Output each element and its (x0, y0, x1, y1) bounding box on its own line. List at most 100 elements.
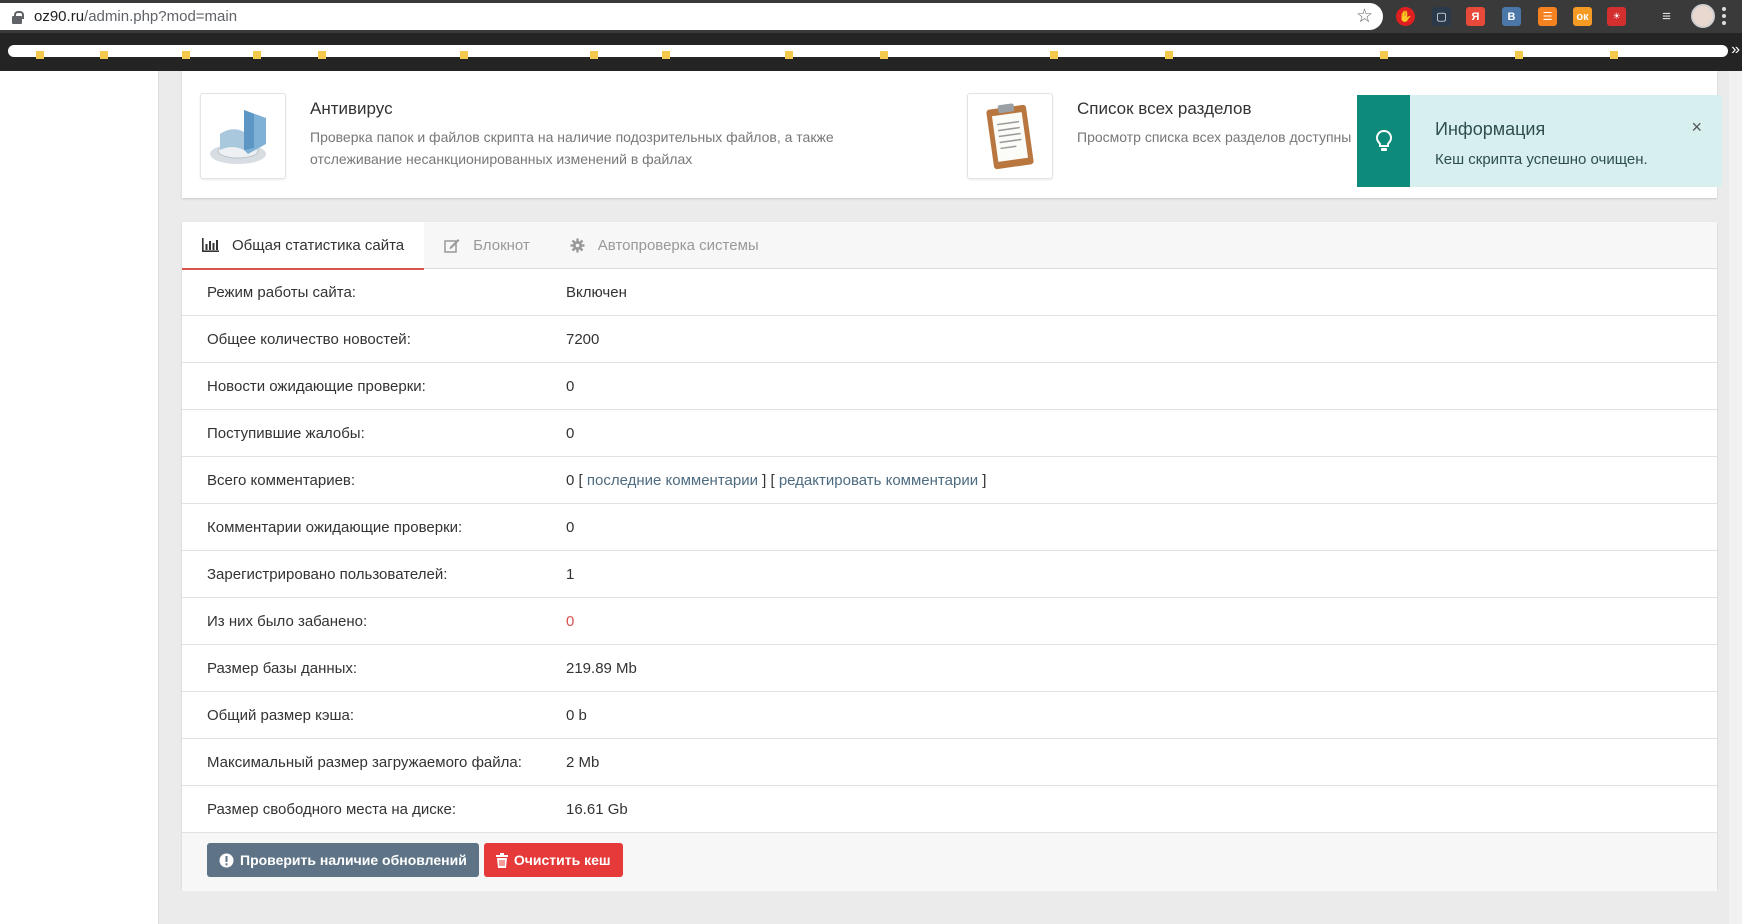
bookmark-folder-icon[interactable] (318, 51, 326, 59)
stat-row-site-mode: Режим работы сайта: Включен (182, 269, 1717, 316)
stat-value: 219.89 Mb (566, 659, 637, 677)
stat-row-db-size: Размер базы данных: 219.89 Mb (182, 645, 1717, 692)
stat-value: 2 Mb (566, 753, 600, 771)
antivirus-thumbnail[interactable] (200, 93, 286, 179)
notification-message: Кеш скрипта успешно очищен. (1435, 151, 1648, 168)
page-scrollbar[interactable] (1729, 71, 1742, 924)
edit-comments-link[interactable]: редактировать комментарии (779, 472, 978, 489)
stat-row-news-total: Общее количество новостей: 7200 (182, 316, 1717, 363)
profile-avatar[interactable] (1691, 4, 1715, 28)
button-label: Проверить наличие обновлений (240, 852, 467, 868)
omnibox[interactable]: oz90.ru/admin.php?mod=main ☆ (0, 3, 1383, 30)
antivirus-shield-icon (210, 110, 266, 164)
stat-value: 0 (566, 424, 575, 442)
bookmark-folder-icon[interactable] (1515, 51, 1523, 59)
bookmarks-redacted-strip (8, 45, 1728, 57)
bookmarks-bar: » (0, 33, 1742, 71)
extension-playlist-icon[interactable]: ≡ (1657, 7, 1676, 26)
module-sections-list[interactable]: Список всех разделов Просмотр списка все… (967, 93, 1357, 179)
extension-yandex-icon[interactable]: Я (1466, 7, 1485, 26)
tab-label: Автопроверка системы (597, 236, 759, 254)
bookmarks-overflow-icon[interactable]: » (1731, 41, 1740, 59)
module-description: Проверка папок и файлов скрипта на налич… (310, 129, 834, 167)
last-comments-link[interactable]: последние комментарии (587, 472, 758, 489)
check-updates-button[interactable]: Проверить наличие обновлений (207, 843, 479, 877)
trash-icon (495, 852, 508, 868)
stat-label: Размер свободного места на диске: (207, 800, 457, 818)
edit-icon (444, 238, 460, 253)
bookmark-folder-icon[interactable] (100, 51, 108, 59)
stat-label: Из них было забанено: (207, 612, 368, 630)
clear-cache-button[interactable]: Очистить кеш (483, 843, 623, 877)
sections-thumbnail[interactable] (967, 93, 1053, 179)
bookmark-folder-icon[interactable] (785, 51, 793, 59)
stat-row-comments-pending: Комментарии ожидающие проверки: 0 (182, 504, 1717, 551)
tab-label: Общая статистика сайта (232, 236, 405, 254)
bookmark-folder-icon[interactable] (1050, 51, 1058, 59)
close-icon[interactable]: × (1691, 117, 1702, 138)
admin-sidebar (0, 71, 159, 924)
bookmark-folder-icon[interactable] (662, 51, 670, 59)
stat-value: 16.61 Gb (566, 800, 628, 818)
tab-label: Блокнот (473, 236, 530, 254)
browser-address-bar: oz90.ru/admin.php?mod=main ☆ ✋ ▢ Я B ☰ о… (0, 0, 1742, 33)
stat-row-banned: Из них было забанено: 0 (182, 598, 1717, 645)
stat-label: Новости ожидающие проверки: (207, 377, 426, 395)
url-text[interactable]: oz90.ru/admin.php?mod=main (34, 8, 237, 25)
bar-chart-icon (202, 238, 219, 252)
bookmark-folder-icon[interactable] (36, 51, 44, 59)
stat-value: 7200 (566, 330, 600, 348)
lightbulb-icon (1375, 130, 1392, 151)
stat-label: Режим работы сайта: (207, 283, 356, 301)
stat-value: 0 [ последние комментарии ] [ редактиров… (566, 471, 987, 489)
tab-system-autocheck[interactable]: Автопроверка системы (550, 222, 779, 268)
stat-label: Общее количество новостей: (207, 330, 411, 348)
bookmark-folder-icon[interactable] (253, 51, 261, 59)
button-label: Очистить кеш (513, 852, 611, 868)
stat-row-comments-total: Всего комментариев: 0 [ последние коммен… (182, 457, 1717, 504)
stat-label: Зарегистрировано пользователей: (207, 565, 448, 583)
stat-label: Общий размер кэша: (207, 706, 355, 724)
stat-label: Всего комментариев: (207, 471, 356, 489)
module-title[interactable]: Антивирус (310, 99, 890, 119)
bookmark-folder-icon[interactable] (1380, 51, 1388, 59)
stat-row-disk-free: Размер свободного места на диске: 16.61 … (182, 786, 1717, 833)
browser-menu-icon[interactable] (1722, 7, 1726, 25)
stat-value: 0 b (566, 706, 587, 724)
stat-label: Поступившие жалобы: (207, 424, 365, 442)
bookmark-folder-icon[interactable] (182, 51, 190, 59)
bookmark-folder-icon[interactable] (880, 51, 888, 59)
bookmark-folder-icon[interactable] (1610, 51, 1618, 59)
stat-label: Комментарии ожидающие проверки: (207, 518, 463, 536)
stat-value: 0 (566, 377, 575, 395)
stat-row-cache-size: Общий размер кэша: 0 b (182, 692, 1717, 739)
bookmark-folder-icon[interactable] (460, 51, 468, 59)
extension-ok-icon[interactable]: ок (1573, 7, 1592, 26)
gear-icon (570, 238, 585, 253)
stat-value: 0 (566, 518, 575, 536)
extension-adblock-icon[interactable]: ✋ (1396, 7, 1415, 26)
module-description: Просмотр списка всех разделов доступны (1077, 129, 1352, 145)
stat-row-complaints: Поступившие жалобы: 0 (182, 410, 1717, 457)
extension-rss-icon[interactable]: ☰ (1538, 7, 1557, 26)
stat-value: 1 (566, 565, 575, 583)
tab-notepad[interactable]: Блокнот (424, 222, 550, 268)
bookmark-folder-icon[interactable] (590, 51, 598, 59)
stat-label: Размер базы данных: (207, 659, 358, 677)
stat-value: 0 (566, 612, 575, 630)
clipboard-icon (986, 103, 1034, 170)
tab-site-statistics[interactable]: Общая статистика сайта (182, 222, 425, 270)
module-title[interactable]: Список всех разделов (1077, 99, 1357, 119)
module-antivirus[interactable]: Антивирус Проверка папок и файлов скрипт… (200, 93, 890, 179)
stats-card: Общая статистика сайта Блокнот Автопрове… (182, 222, 1717, 891)
lock-icon[interactable] (10, 10, 24, 24)
extension-window-icon[interactable]: ▢ (1432, 7, 1451, 26)
extension-weather-icon[interactable]: ☀ (1607, 7, 1626, 26)
extension-vk-icon[interactable]: B (1502, 7, 1521, 26)
notification-icon-panel (1357, 95, 1410, 187)
bookmark-folder-icon[interactable] (1165, 51, 1173, 59)
notification-title: Информация (1435, 119, 1546, 139)
stat-row-news-pending: Новости ожидающие проверки: 0 (182, 363, 1717, 410)
bookmark-star-icon[interactable]: ☆ (1356, 5, 1373, 28)
stat-row-upload-limit: Максимальный размер загружаемого файла: … (182, 739, 1717, 786)
